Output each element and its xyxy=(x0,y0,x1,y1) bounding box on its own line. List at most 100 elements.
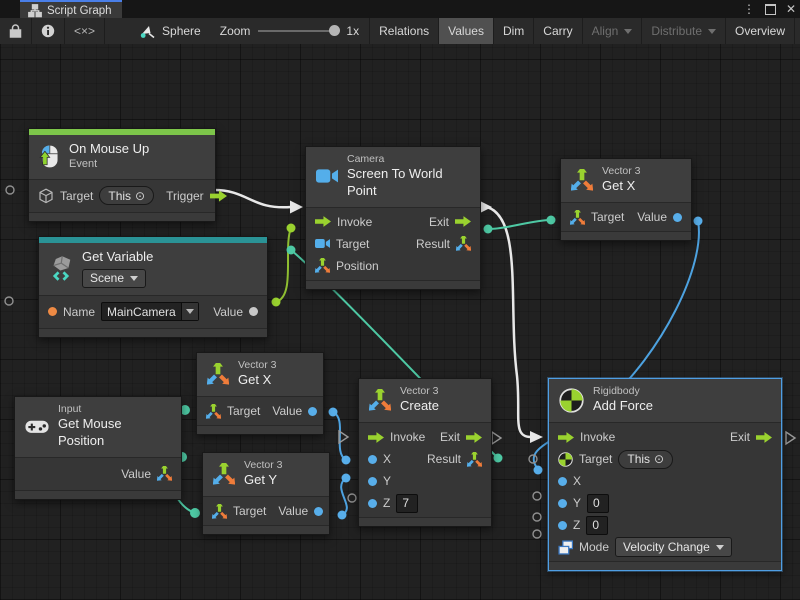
vector3-icon xyxy=(207,363,229,385)
info-button[interactable] xyxy=(32,18,65,44)
port-dot[interactable] xyxy=(484,225,493,234)
maximize-icon[interactable] xyxy=(765,4,776,15)
wire-exit-to-addforce[interactable] xyxy=(487,207,531,437)
variable-name-field[interactable]: MainCamera xyxy=(101,302,199,321)
node-get-y[interactable]: Vector 3 Get Y Target Value xyxy=(202,452,330,535)
flow-arrow-icon[interactable] xyxy=(558,432,574,443)
flow-arrow-icon[interactable] xyxy=(756,432,772,443)
unconnected-port[interactable] xyxy=(533,530,541,538)
breadcrumb[interactable]: Sphere xyxy=(131,18,210,44)
node-category: Vector 3 xyxy=(602,165,641,178)
this-target-chip[interactable]: This⊙ xyxy=(618,450,673,469)
menu-icon[interactable]: ⋮ xyxy=(743,2,755,16)
zoom-handle[interactable] xyxy=(329,25,340,36)
port-dot[interactable] xyxy=(534,466,543,475)
zoom-track[interactable] xyxy=(258,30,338,32)
string-port[interactable] xyxy=(48,307,57,316)
vector3-icon[interactable] xyxy=(467,452,482,467)
tab-script-graph[interactable]: Script Graph xyxy=(20,0,122,20)
float-port[interactable] xyxy=(368,477,377,486)
align-button[interactable]: Align xyxy=(583,18,643,44)
port-label: Target xyxy=(579,452,612,466)
float-port[interactable] xyxy=(308,407,317,416)
port-dot[interactable] xyxy=(342,474,351,483)
unconnected-port[interactable] xyxy=(6,186,14,194)
node-screen-to-world-point[interactable]: Camera Screen To World Point Invoke Exit… xyxy=(305,146,481,290)
variable-scope-dropdown[interactable]: Scene xyxy=(82,269,146,288)
carry-button[interactable]: Carry xyxy=(534,18,582,44)
chevron-down-icon xyxy=(130,276,138,281)
float-port[interactable] xyxy=(558,521,567,530)
fullscreen-button[interactable]: Full Screen xyxy=(795,18,800,44)
node-get-x-top[interactable]: Vector 3 Get X Target Value xyxy=(560,158,692,241)
node-title: Get Mouse Position xyxy=(58,416,171,450)
lock-button[interactable] xyxy=(0,18,32,44)
gamepad-icon xyxy=(25,419,49,434)
port-dot[interactable] xyxy=(287,224,296,233)
port-dot[interactable] xyxy=(329,408,338,417)
flow-arrow-icon[interactable] xyxy=(466,432,482,443)
port-dot[interactable] xyxy=(694,217,703,226)
rigidbody-icon[interactable] xyxy=(558,452,573,467)
value-port[interactable] xyxy=(249,307,258,316)
z-value-field[interactable]: 7 xyxy=(396,494,418,513)
unconnected-flow-port[interactable] xyxy=(786,432,795,444)
relations-button[interactable]: Relations xyxy=(369,18,439,44)
camera-icon[interactable] xyxy=(315,238,330,249)
unconnected-flow-port[interactable] xyxy=(492,432,501,444)
flow-arrow-icon[interactable] xyxy=(455,216,471,227)
z-value-field[interactable]: 0 xyxy=(586,516,608,535)
vector3-icon[interactable] xyxy=(212,504,227,519)
vector3-icon[interactable] xyxy=(157,466,172,481)
zoom-slider: Zoom 1x xyxy=(220,24,359,38)
unconnected-port[interactable] xyxy=(348,494,356,502)
this-target-chip[interactable]: This⊙ xyxy=(99,186,154,205)
overview-button[interactable]: Overview xyxy=(726,18,795,44)
vector3-icon xyxy=(369,389,391,411)
graph-canvas[interactable]: On Mouse Up Event Target This⊙ Trigger G… xyxy=(0,44,800,600)
float-port[interactable] xyxy=(368,499,377,508)
port-dot[interactable] xyxy=(287,246,296,255)
vector3-icon[interactable] xyxy=(315,258,330,273)
node-get-mouse-position[interactable]: Input Get Mouse Position Value xyxy=(14,396,182,500)
distribute-button[interactable]: Distribute xyxy=(642,18,726,44)
port-label: X xyxy=(573,474,581,488)
dim-button[interactable]: Dim xyxy=(494,18,534,44)
float-port[interactable] xyxy=(368,455,377,464)
port-label: Exit xyxy=(429,215,449,229)
unconnected-port[interactable] xyxy=(533,492,541,500)
port-dot[interactable] xyxy=(272,298,281,307)
code-preview-button[interactable]: <×> xyxy=(65,18,105,44)
node-get-x-mid[interactable]: Vector 3 Get X Target Value xyxy=(196,352,324,435)
vector3-icon[interactable] xyxy=(456,236,471,251)
tab-title: Script Graph xyxy=(47,5,112,17)
float-port[interactable] xyxy=(314,507,323,516)
float-port[interactable] xyxy=(673,213,682,222)
float-port[interactable] xyxy=(558,499,567,508)
flow-arrow-icon[interactable] xyxy=(368,432,384,443)
wire-gety-to-create-y[interactable] xyxy=(341,478,347,515)
y-value-field[interactable]: 0 xyxy=(587,494,609,513)
port-dot[interactable] xyxy=(547,216,556,225)
node-on-mouse-up[interactable]: On Mouse Up Event Target This⊙ Trigger xyxy=(28,128,216,222)
flow-arrow-icon[interactable] xyxy=(210,190,227,202)
port-dot[interactable] xyxy=(190,508,200,518)
values-button[interactable]: Values xyxy=(439,18,494,44)
port-dot[interactable] xyxy=(494,454,503,463)
flow-arrow-icon[interactable] xyxy=(315,216,331,227)
float-port[interactable] xyxy=(558,477,567,486)
wire-result-to-getx[interactable] xyxy=(488,220,551,229)
node-vector3-create[interactable]: Vector 3 Create Invoke Exit X Result xyxy=(358,378,492,527)
force-mode-dropdown[interactable]: Velocity Change xyxy=(615,537,732,557)
vector3-icon[interactable] xyxy=(206,404,221,419)
vector3-icon[interactable] xyxy=(570,210,585,225)
close-icon[interactable]: ✕ xyxy=(786,2,796,16)
node-category: Camera xyxy=(347,153,470,166)
unconnected-port[interactable] xyxy=(533,513,541,521)
node-add-force[interactable]: Rigidbody Add Force Invoke Exit Target T… xyxy=(548,378,782,571)
unconnected-port[interactable] xyxy=(5,297,13,305)
port-dot[interactable] xyxy=(338,511,347,520)
node-get-variable[interactable]: Get Variable Scene Name MainCamera Value xyxy=(38,236,268,338)
port-dot[interactable] xyxy=(342,456,351,465)
wire-variable-to-target[interactable] xyxy=(276,228,291,302)
